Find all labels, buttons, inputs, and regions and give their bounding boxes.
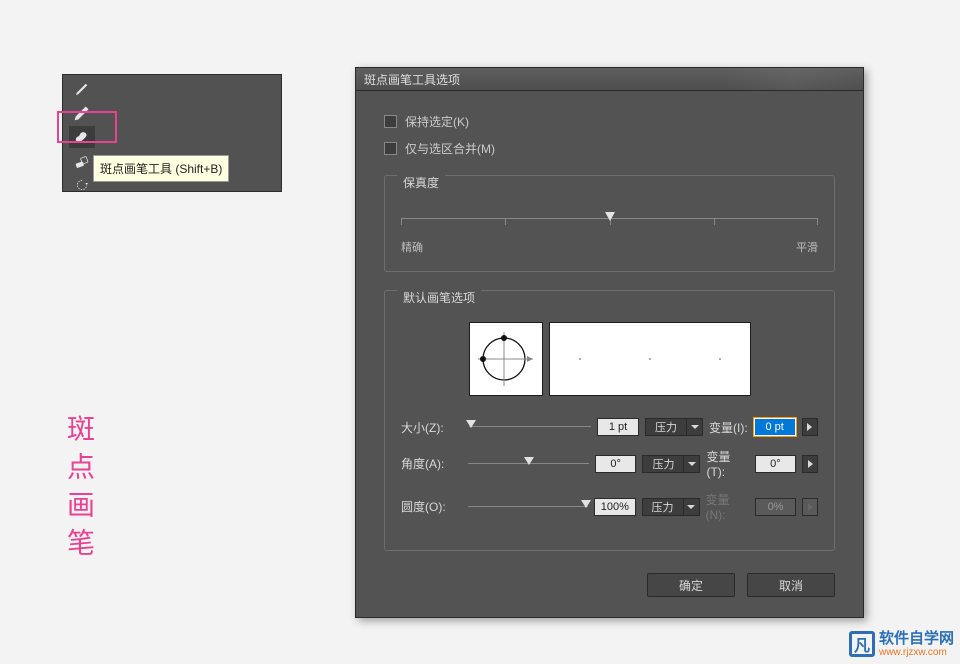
roundness-var-value: 0% [755, 498, 796, 516]
watermark-line2: www.rjzxw.com [879, 647, 954, 658]
angle-value[interactable]: 0° [595, 455, 637, 473]
brush-previews [401, 322, 818, 396]
angle-variation-dropdown[interactable]: 压力 [642, 455, 700, 473]
angle-var-label: 变量(T): [706, 448, 748, 479]
default-options-legend: 默认画笔选项 [397, 289, 481, 306]
roundness-var-label: 变量(N): [706, 491, 749, 522]
eraser-tool-icon[interactable] [69, 150, 95, 172]
chevron-down-icon[interactable] [687, 418, 703, 436]
size-var-step-button[interactable] [802, 418, 818, 436]
angle-label: 角度(A): [401, 455, 462, 472]
roundness-value[interactable]: 100% [594, 498, 635, 516]
roundness-var-step-button [802, 498, 818, 516]
brush-preview-shape[interactable] [469, 322, 543, 396]
tool-panel: 斑点画笔工具 (Shift+B) [62, 74, 282, 192]
size-label: 大小(Z): [401, 419, 463, 436]
size-var-label: 变量(I): [709, 419, 748, 436]
roundness-variation-dropdown[interactable]: 压力 [642, 498, 700, 516]
size-row: 大小(Z): 1 pt 压力 变量(I): 0 pt [401, 418, 818, 436]
dialog-titlebar[interactable]: 斑点画笔工具选项 [356, 68, 863, 91]
angle-slider-thumb[interactable] [524, 457, 534, 465]
roundness-slider-thumb[interactable] [581, 500, 591, 508]
angle-var-step-button[interactable] [802, 455, 818, 473]
rotate-tool-icon[interactable] [69, 174, 95, 196]
size-variation-dropdown[interactable]: 压力 [645, 418, 703, 436]
ok-button[interactable]: 确定 [647, 573, 735, 597]
dialog-buttons: 确定 取消 [384, 573, 835, 597]
fidelity-right-label: 平滑 [796, 239, 818, 255]
fidelity-legend: 保真度 [397, 174, 445, 191]
pencil-tool-icon[interactable] [69, 102, 95, 124]
merge-only-checkbox[interactable] [384, 142, 397, 155]
watermark-line1: 软件自学网 [879, 631, 954, 648]
dialog-body: 保持选定(K) 仅与选区合并(M) 保真度 精确 平滑 [356, 91, 863, 617]
angle-dropdown-label: 压力 [642, 455, 684, 473]
keep-selected-row: 保持选定(K) [384, 113, 835, 130]
brush-preview-strip [549, 322, 751, 396]
titlebar-accent [723, 68, 863, 90]
fidelity-left-label: 精确 [401, 239, 423, 255]
watermark-badge: 凡 [849, 631, 875, 657]
fidelity-fieldset: 保真度 精确 平滑 [384, 175, 835, 272]
blob-brush-options-dialog: 斑点画笔工具选项 保持选定(K) 仅与选区合并(M) 保真度 [355, 67, 864, 618]
fidelity-slider-thumb[interactable] [605, 212, 615, 221]
angle-slider[interactable] [468, 457, 589, 471]
roundness-dropdown-label: 压力 [642, 498, 684, 516]
size-var-value[interactable]: 0 pt [754, 418, 796, 436]
angle-var-value[interactable]: 0° [755, 455, 797, 473]
watermark: 凡 软件自学网 www.rjzxw.com [849, 631, 954, 659]
roundness-label: 圆度(O): [401, 498, 462, 515]
blob-brush-tool-icon[interactable] [69, 126, 95, 148]
roundness-slider[interactable] [468, 500, 588, 514]
keep-selected-checkbox[interactable] [384, 115, 397, 128]
chevron-down-icon[interactable] [684, 455, 700, 473]
dialog-title: 斑点画笔工具选项 [364, 71, 460, 88]
annotation-text: 斑点画笔 [58, 414, 98, 566]
angle-row: 角度(A): 0° 压力 变量(T): 0° [401, 448, 818, 479]
size-slider[interactable] [469, 420, 591, 434]
keep-selected-label: 保持选定(K) [405, 113, 469, 130]
default-options-fieldset: 默认画笔选项 [384, 290, 835, 551]
size-slider-thumb[interactable] [466, 420, 476, 428]
cancel-button[interactable]: 取消 [747, 573, 835, 597]
size-value[interactable]: 1 pt [597, 418, 639, 436]
merge-only-row: 仅与选区合并(M) [384, 140, 835, 157]
tool-tooltip: 斑点画笔工具 (Shift+B) [93, 155, 229, 182]
brush-tool-icon[interactable] [69, 78, 95, 100]
roundness-row: 圆度(O): 100% 压力 变量(N): 0% [401, 491, 818, 522]
size-dropdown-label: 压力 [645, 418, 687, 436]
fidelity-slider[interactable] [401, 209, 818, 235]
merge-only-label: 仅与选区合并(M) [405, 140, 495, 157]
chevron-down-icon[interactable] [684, 498, 700, 516]
